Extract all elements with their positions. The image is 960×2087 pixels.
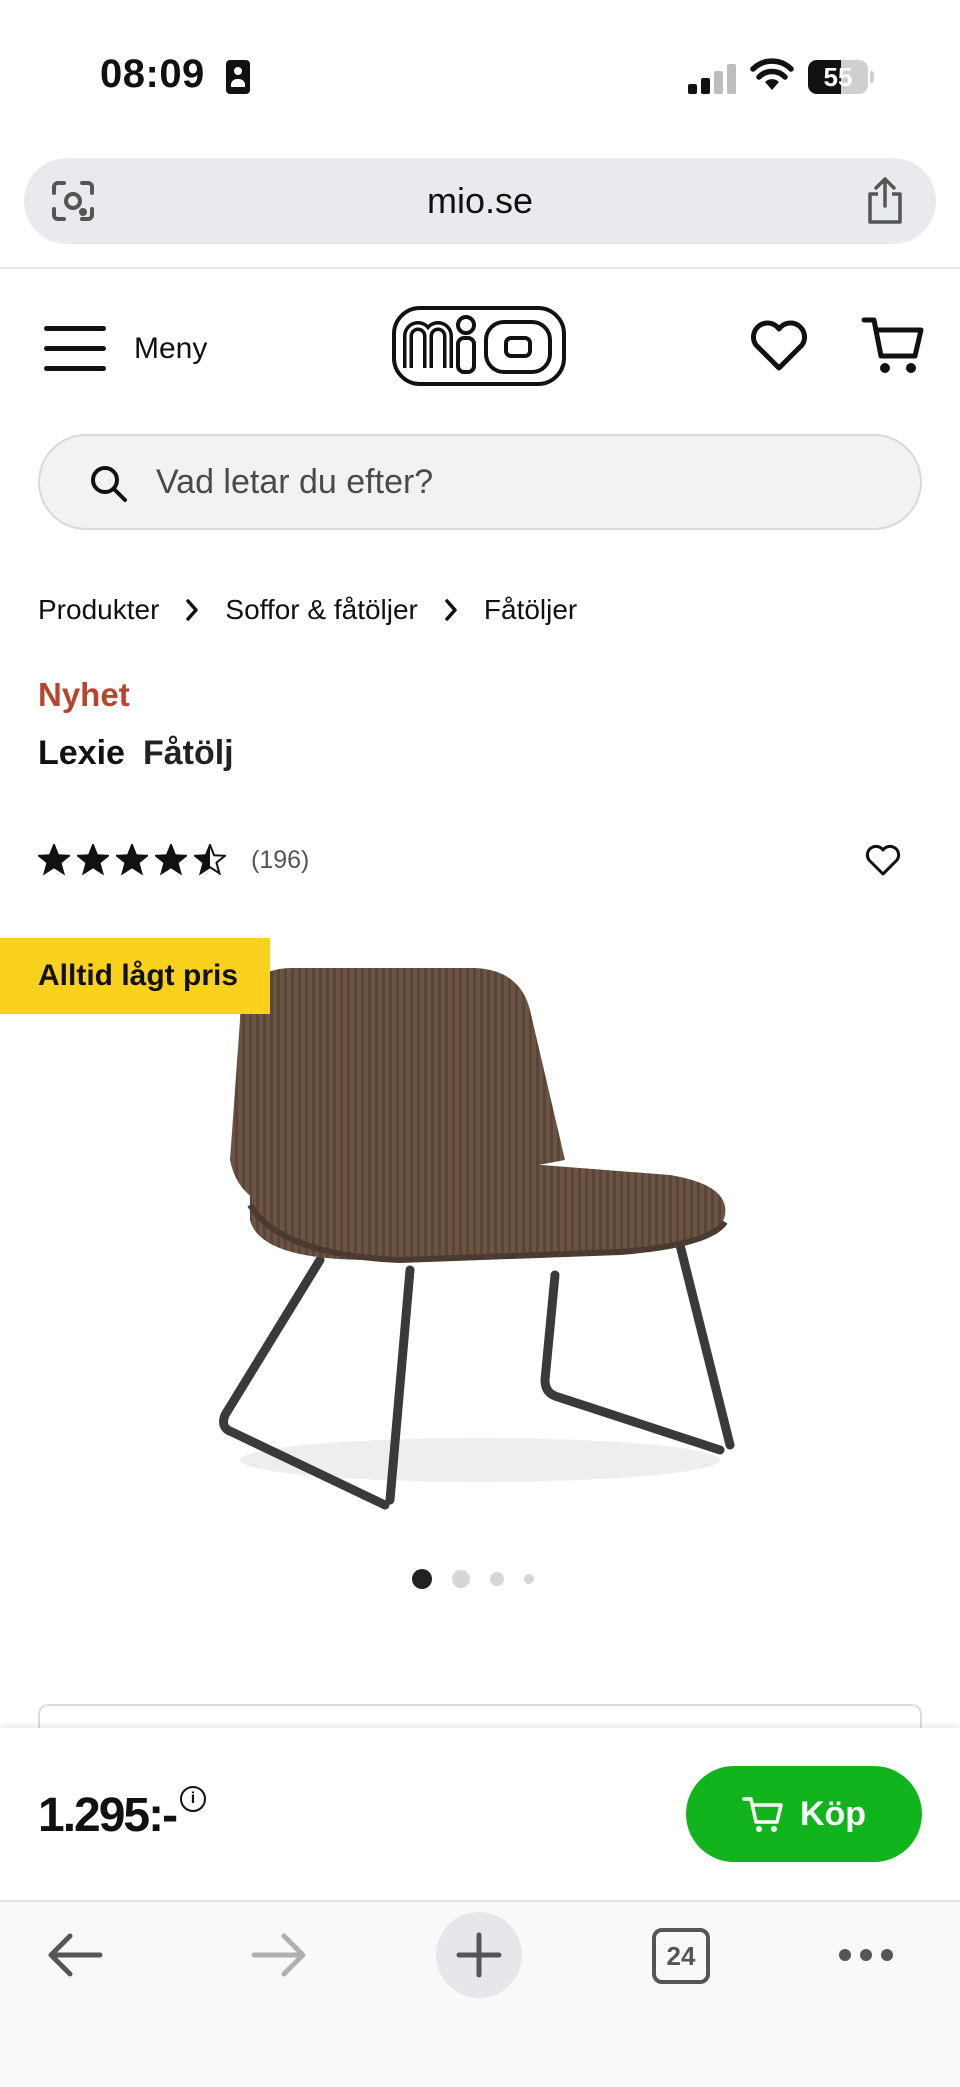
address-bar[interactable]: mio.se bbox=[24, 158, 936, 244]
star-full-icon bbox=[116, 844, 148, 876]
tab-switcher[interactable]: 24 bbox=[652, 1928, 710, 1984]
share-icon[interactable] bbox=[864, 176, 906, 226]
menu-button[interactable]: Meny bbox=[44, 318, 224, 380]
back-arrow-icon[interactable] bbox=[46, 1930, 104, 1980]
url-text[interactable]: mio.se bbox=[24, 158, 936, 244]
hamburger-icon bbox=[44, 326, 106, 372]
wishlist-heart-icon[interactable] bbox=[748, 314, 810, 376]
review-count: (196) bbox=[251, 845, 310, 874]
star-half-icon bbox=[194, 844, 226, 876]
battery-icon: 55 bbox=[808, 60, 874, 94]
status-time: 08:09 bbox=[100, 52, 205, 96]
wifi-icon bbox=[750, 58, 794, 90]
mio-logo[interactable] bbox=[392, 306, 566, 386]
product-image-lexie-armchair[interactable] bbox=[200, 960, 760, 1520]
product-type: Fåtölj bbox=[142, 734, 234, 772]
chevron-right-icon bbox=[185, 598, 199, 622]
new-tab-button[interactable] bbox=[436, 1912, 522, 1998]
product-name: Lexie bbox=[38, 734, 125, 772]
plus-icon bbox=[456, 1932, 502, 1978]
forward-arrow-icon[interactable] bbox=[250, 1930, 308, 1980]
buy-button[interactable]: Köp bbox=[686, 1766, 922, 1862]
product-rating[interactable]: (196) bbox=[38, 842, 309, 878]
buy-button-label: Köp bbox=[799, 1794, 867, 1833]
new-badge: Nyhet bbox=[38, 676, 130, 713]
menu-label: Meny bbox=[134, 332, 208, 365]
search-input[interactable] bbox=[156, 436, 876, 528]
rating-stars bbox=[38, 844, 233, 876]
star-full-icon bbox=[38, 844, 70, 876]
cellular-signal-icon bbox=[688, 62, 736, 94]
star-full-icon bbox=[77, 844, 109, 876]
star-full-icon bbox=[155, 844, 187, 876]
chevron-right-icon bbox=[444, 598, 458, 622]
contact-card-icon bbox=[226, 60, 250, 94]
browser-toolbar: 24 bbox=[0, 1900, 960, 2087]
gallery-dot[interactable] bbox=[412, 1569, 432, 1589]
search-bar[interactable] bbox=[38, 434, 922, 530]
buy-bar: 1.295:- i Köp bbox=[0, 1728, 960, 1900]
battery-level: 55 bbox=[823, 62, 853, 92]
price: 1.295:- bbox=[38, 1789, 178, 1842]
more-icon[interactable] bbox=[838, 1948, 894, 1962]
product-title: Lexie Fåtölj bbox=[38, 734, 234, 773]
cart-icon[interactable] bbox=[860, 312, 926, 378]
search-icon bbox=[91, 466, 127, 502]
breadcrumb-item-soffor[interactable]: Soffor & fåtöljer bbox=[225, 594, 417, 626]
breadcrumb-item-fatoljer[interactable]: Fåtöljer bbox=[484, 594, 577, 626]
breadcrumb: Produkter Soffor & fåtöljer Fåtöljer bbox=[38, 590, 577, 630]
gallery-dot[interactable] bbox=[524, 1574, 534, 1584]
breadcrumb-item-produkter[interactable]: Produkter bbox=[38, 594, 159, 626]
gallery-pagination bbox=[412, 1568, 554, 1590]
gallery-dot[interactable] bbox=[490, 1572, 504, 1586]
divider bbox=[0, 267, 960, 269]
info-icon[interactable]: i bbox=[180, 1786, 206, 1812]
gallery-dot[interactable] bbox=[452, 1570, 470, 1588]
promo-badge: Alltid lågt pris bbox=[0, 938, 270, 1014]
status-bar: 08:09 55 bbox=[0, 0, 960, 150]
cart-icon bbox=[742, 1797, 783, 1832]
add-to-wishlist-heart-icon[interactable] bbox=[864, 842, 902, 878]
